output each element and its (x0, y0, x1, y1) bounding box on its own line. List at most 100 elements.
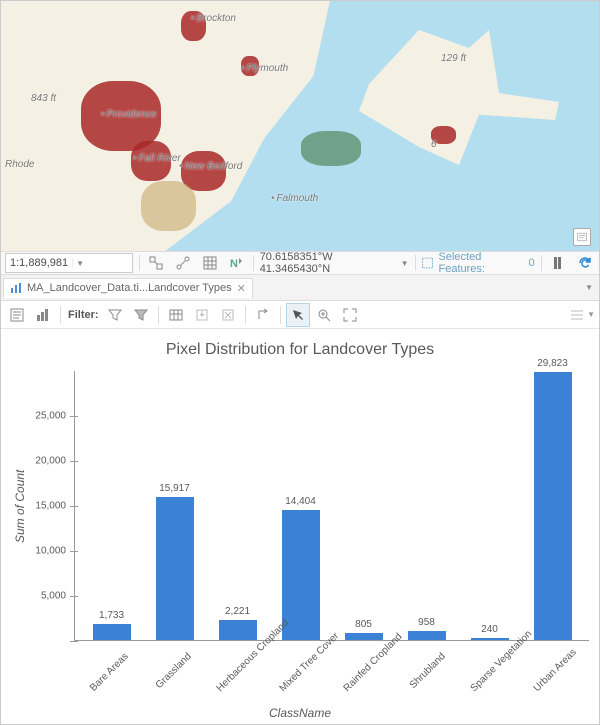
x-axis-labels: Bare AreasGrasslandHerbaceous CroplandMi… (71, 641, 589, 656)
chevron-down-icon: ▼ (587, 310, 595, 319)
map-green-blotch (301, 131, 361, 166)
chevron-down-icon[interactable]: ▼ (401, 259, 409, 268)
chart-title: Pixel Distribution for Landcover Types (11, 341, 589, 359)
selected-label: Selected Features: (439, 251, 525, 275)
filter-label: Filter: (68, 309, 99, 321)
constraint-icon[interactable] (146, 252, 167, 274)
separator (280, 306, 281, 324)
x-category-label: Herbaceous Cropland (214, 651, 257, 694)
tab-chart[interactable]: MA_Landcover_Data.ti...Landcover Types ✕ (3, 278, 253, 298)
table-icon[interactable] (164, 303, 188, 327)
snap-icon[interactable] (173, 252, 194, 274)
bar[interactable] (408, 631, 446, 640)
y-tick-label: 15,000 (35, 501, 66, 512)
bar-column[interactable]: 805 (339, 619, 389, 640)
x-category-label: Bare Areas (87, 651, 130, 694)
bar-column[interactable]: 29,823 (528, 358, 578, 640)
bar-column[interactable]: 958 (402, 617, 452, 640)
bar-column[interactable]: 15,917 (150, 483, 200, 640)
x-axis-label: ClassName (11, 706, 589, 720)
map-label: 129 ft (441, 53, 466, 64)
bar-value-label: 2,221 (225, 606, 250, 617)
chart-pane: Pixel Distribution for Landcover Types S… (1, 329, 599, 724)
bar-value-label: 805 (355, 619, 372, 630)
map-label: Providence (101, 109, 157, 120)
dynamic-icon[interactable]: N (226, 252, 247, 274)
map-label: Plymouth (241, 63, 288, 74)
chart-toolbar: Filter: ▼ (1, 301, 599, 329)
bar[interactable] (345, 633, 383, 640)
x-category-label: Shrubland (405, 651, 448, 694)
selected-count: 0 (529, 257, 535, 269)
chevron-down-icon[interactable]: ▼ (72, 259, 132, 268)
separator (60, 306, 61, 324)
separator (245, 306, 246, 324)
filter-extent-icon[interactable] (129, 303, 153, 327)
bar[interactable] (534, 372, 572, 640)
export-icon[interactable] (190, 303, 214, 327)
close-icon[interactable]: ✕ (237, 282, 246, 295)
bar[interactable] (93, 624, 131, 640)
map-tan-blotch (141, 181, 196, 231)
zoom-tool-icon[interactable] (312, 303, 336, 327)
toolbar-menu[interactable]: ▼ (569, 308, 595, 322)
map-label: Rhode (5, 159, 34, 170)
y-tick-label: 10,000 (35, 546, 66, 557)
refresh-icon[interactable] (574, 252, 595, 274)
bar-column[interactable]: 2,221 (213, 606, 263, 640)
grid-icon[interactable] (199, 252, 220, 274)
tab-label: MA_Landcover_Data.ti...Landcover Types (27, 282, 232, 294)
tabs-menu-icon[interactable]: ▼ (579, 283, 599, 292)
properties-icon[interactable] (5, 303, 29, 327)
x-category-label: Mixed Tree Cover (278, 651, 321, 694)
coordinates-display[interactable]: 70.6158351°W 41.3465430°N ▼ (260, 251, 409, 275)
coordinates-value: 70.6158351°W 41.3465430°N (260, 251, 397, 275)
x-category-label: Rainfed Cropland (341, 651, 384, 694)
map-label: Fall River (133, 153, 181, 164)
bar-value-label: 15,917 (159, 483, 190, 494)
filter-selection-icon[interactable] (103, 303, 127, 327)
y-tick (70, 641, 78, 642)
rotate-icon[interactable] (251, 303, 275, 327)
map-attribution-icon[interactable] (573, 228, 591, 246)
view-tabs: MA_Landcover_Data.ti...Landcover Types ✕… (1, 275, 599, 301)
bar-value-label: 240 (481, 624, 498, 635)
clear-icon[interactable] (216, 303, 240, 327)
pause-icon[interactable] (548, 252, 569, 274)
separator (158, 306, 159, 324)
y-axis: 5,00010,00015,00020,00025,000 (29, 371, 75, 641)
x-category-label: Grassland (151, 651, 194, 694)
bar-column[interactable]: 1,733 (87, 610, 137, 640)
bar-column[interactable]: 240 (465, 624, 515, 640)
bar-value-label: 14,404 (285, 496, 316, 507)
map-status-bar: 1:1,889,981 ▼ N 70.6158351°W 41.3465430°… (1, 251, 599, 275)
separator (139, 255, 140, 271)
map-label: 843 ft (31, 93, 56, 104)
chart-type-icon[interactable] (31, 303, 55, 327)
bar[interactable] (282, 510, 320, 640)
x-category-label: Urban Areas (532, 651, 575, 694)
bar-value-label: 958 (418, 617, 435, 628)
bar-chart-icon (10, 282, 22, 294)
selected-features[interactable]: Selected Features: 0 (421, 251, 534, 275)
y-axis-label: Sum of Count (11, 371, 29, 641)
bar[interactable] (471, 638, 509, 640)
map-view[interactable]: Brockton Plymouth 843 ft 129 ft Providence Fa… (1, 1, 599, 251)
map-label: New Bedford (179, 161, 242, 172)
map-label: Brockton (191, 13, 236, 24)
bar[interactable] (219, 620, 257, 640)
select-tool-icon[interactable] (286, 303, 310, 327)
y-tick-label: 20,000 (35, 456, 66, 467)
scale-value: 1:1,889,981 (6, 257, 72, 269)
scale-combo[interactable]: 1:1,889,981 ▼ (5, 253, 133, 273)
bar[interactable] (156, 497, 194, 640)
separator (541, 255, 542, 271)
map-label: 6 (431, 139, 437, 150)
map-label: Falmouth (271, 193, 318, 204)
bar-value-label: 29,823 (537, 358, 568, 369)
full-extent-icon[interactable] (338, 303, 362, 327)
plot-area[interactable]: 1,73315,9172,22114,40480595824029,823 (75, 371, 589, 641)
bar-value-label: 1,733 (99, 610, 124, 621)
y-tick-label: 5,000 (41, 591, 66, 602)
separator (253, 255, 254, 271)
